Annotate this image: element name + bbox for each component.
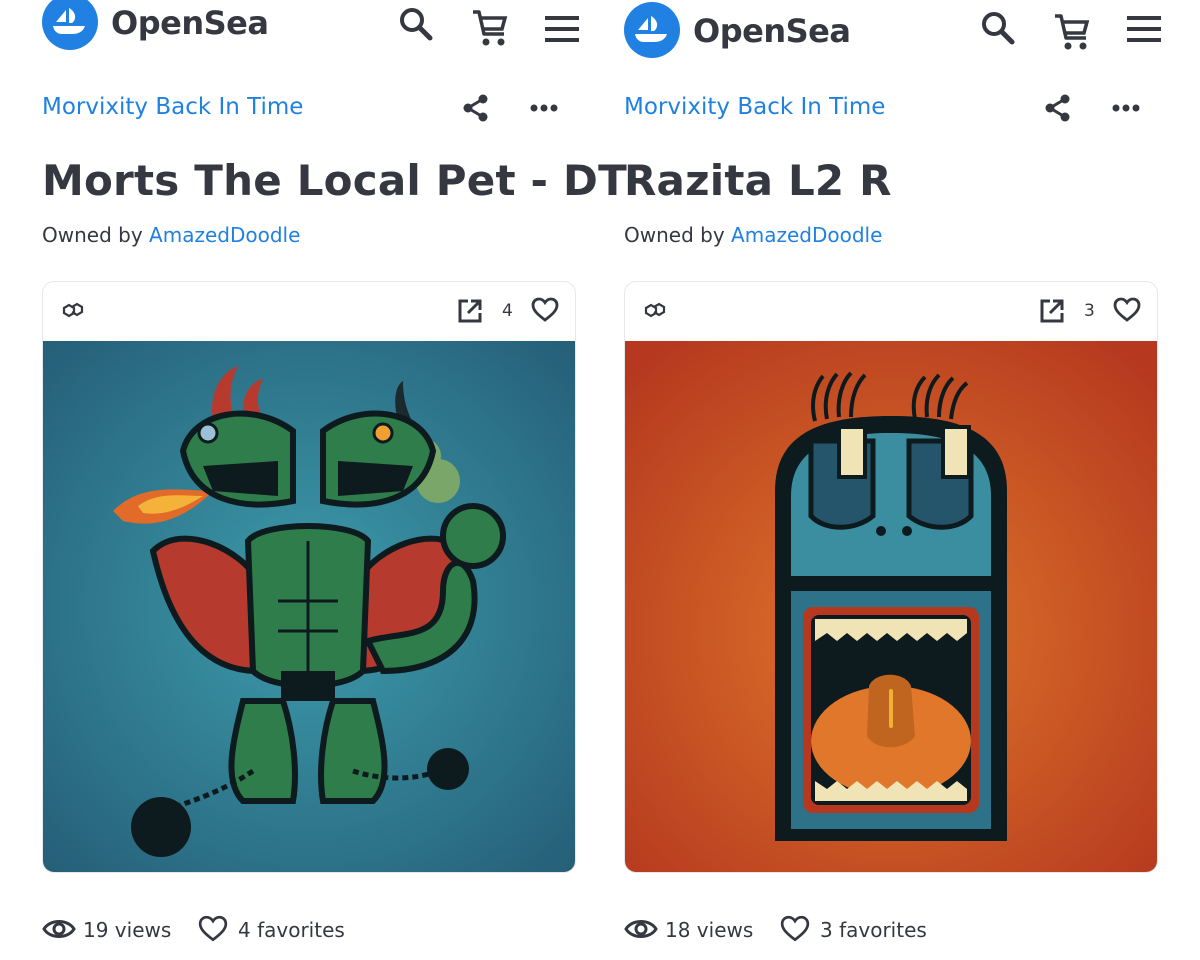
- favorite-count: 4: [502, 301, 513, 321]
- brand-name[interactable]: OpenSea: [693, 12, 851, 50]
- menu-icon[interactable]: [1125, 6, 1165, 54]
- card-header: 4: [43, 282, 575, 340]
- polygon-chain-icon: [61, 300, 85, 324]
- heart-icon[interactable]: [780, 915, 810, 947]
- view-count: 19 views: [83, 918, 172, 942]
- cart-icon[interactable]: [470, 6, 510, 54]
- owned-by: Owned by AmazedDoodle: [42, 223, 300, 247]
- heart-icon[interactable]: [198, 915, 228, 947]
- favorites-count: 4 favorites: [238, 918, 345, 942]
- eye-icon: [624, 916, 658, 946]
- more-icon[interactable]: [1111, 93, 1141, 127]
- share-icon[interactable]: [461, 93, 491, 127]
- favorites-count: 3 favorites: [820, 918, 927, 942]
- owned-by-label: Owned by: [42, 223, 143, 247]
- search-icon[interactable]: [396, 6, 436, 50]
- menu-icon[interactable]: [543, 6, 583, 54]
- nft-artwork-razita[interactable]: [625, 341, 1157, 872]
- nft-pane-1: OpenSea Morvixity Back In Time Morts The…: [0, 0, 627, 960]
- share-icon[interactable]: [1043, 93, 1073, 127]
- more-icon[interactable]: [529, 93, 559, 127]
- nft-pane-2: OpenSea Morvixity Back In Time Razita L2…: [582, 0, 1164, 960]
- search-icon[interactable]: [978, 10, 1018, 54]
- owned-by: Owned by AmazedDoodle: [624, 223, 882, 247]
- eye-icon: [42, 916, 76, 946]
- owned-by-label: Owned by: [624, 223, 725, 247]
- opensea-logo-icon[interactable]: [42, 0, 98, 50]
- nft-artwork-dragon[interactable]: [43, 341, 575, 872]
- heart-icon[interactable]: [1113, 297, 1141, 327]
- nft-card: 4: [42, 281, 576, 873]
- external-link-icon[interactable]: [1039, 298, 1065, 328]
- favorite-count: 3: [1084, 301, 1095, 321]
- owner-link[interactable]: AmazedDoodle: [731, 223, 882, 247]
- heart-icon[interactable]: [531, 297, 559, 327]
- polygon-chain-icon: [643, 300, 667, 324]
- owner-link[interactable]: AmazedDoodle: [149, 223, 300, 247]
- card-header: 3: [625, 282, 1157, 340]
- collection-link[interactable]: Morvixity Back In Time: [624, 94, 885, 120]
- external-link-icon[interactable]: [457, 298, 483, 328]
- opensea-logo-icon[interactable]: [624, 2, 680, 58]
- item-title: Razita L2 R: [624, 156, 892, 205]
- collection-link[interactable]: Morvixity Back In Time: [42, 94, 303, 120]
- nft-card: 3: [624, 281, 1158, 873]
- item-title: Morts The Local Pet - DT: [42, 156, 627, 205]
- cart-icon[interactable]: [1052, 10, 1092, 58]
- brand-name[interactable]: OpenSea: [111, 4, 269, 42]
- view-count: 18 views: [665, 918, 754, 942]
